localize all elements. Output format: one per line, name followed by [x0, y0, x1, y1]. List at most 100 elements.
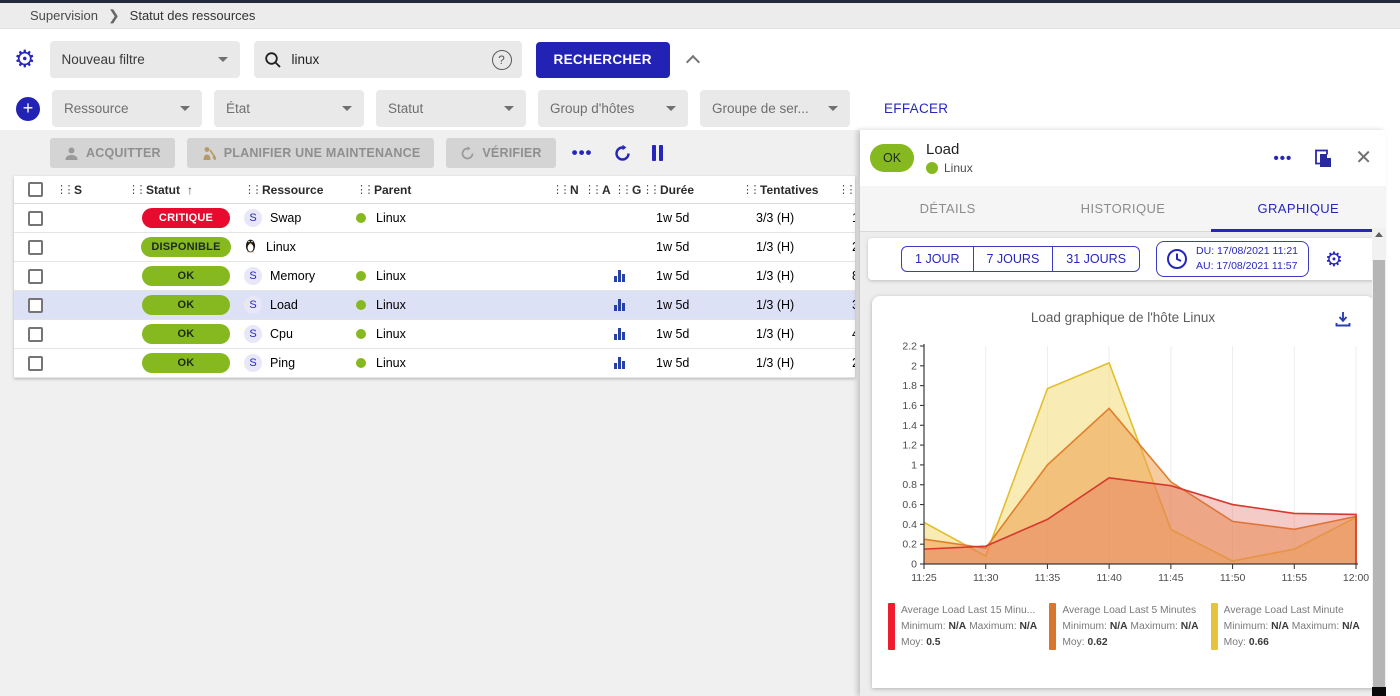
column-header[interactable]: ⋮⋮ N	[552, 183, 584, 197]
resource-cell[interactable]: SSwap	[244, 209, 356, 227]
status-badge[interactable]: OK	[142, 324, 230, 344]
period-button-1-jour[interactable]: 1 JOUR	[901, 246, 973, 272]
search-button[interactable]: RECHERCHER	[536, 42, 670, 78]
graph-cell[interactable]	[614, 357, 642, 369]
resource-cell[interactable]: SCpu	[244, 325, 356, 343]
drag-handle-icon[interactable]: ⋮⋮	[742, 183, 751, 196]
acknowledge-button[interactable]: ACQUITTER	[50, 138, 175, 168]
column-header[interactable]: ⋮⋮ Tentatives	[742, 183, 838, 197]
criteria-select[interactable]: Statut	[376, 90, 526, 127]
status-badge[interactable]: OK	[142, 266, 230, 286]
panel-status-badge[interactable]: OK	[870, 144, 914, 172]
status-badge[interactable]: CRITIQUE	[142, 208, 230, 228]
legend-item[interactable]: Average Load Last 15 Minu...Minimum: N/A…	[888, 603, 1039, 651]
graph-cell[interactable]	[614, 328, 642, 340]
sort-asc-icon[interactable]: ↑	[187, 183, 193, 197]
refresh-button[interactable]	[613, 144, 632, 163]
graph-cell[interactable]	[614, 299, 642, 311]
drag-handle-icon[interactable]: ⋮⋮	[128, 183, 137, 196]
table-row[interactable]: DISPONIBLE Linux 1w 5d 1/3 (H) 2m 55s	[14, 233, 855, 262]
column-header[interactable]: ⋮⋮ Statut ↑	[128, 183, 244, 197]
criteria-select[interactable]: Ressource	[52, 90, 202, 127]
drag-handle-icon[interactable]: ⋮⋮	[244, 183, 253, 196]
column-header[interactable]: ⋮⋮ Ressource	[244, 183, 356, 197]
drag-handle-icon[interactable]: ⋮⋮	[642, 183, 651, 196]
panel-more-button[interactable]: •••	[1273, 150, 1292, 167]
panel-scrollbar[interactable]	[1372, 228, 1386, 696]
period-button-7-jours[interactable]: 7 JOURS	[974, 246, 1054, 272]
tab-historique[interactable]: HISTORIQUE	[1035, 186, 1210, 231]
graph-bars-icon[interactable]	[614, 357, 625, 369]
drag-handle-icon[interactable]: ⋮⋮	[614, 183, 623, 196]
column-header[interactable]: ⋮⋮ Parent	[356, 183, 552, 197]
search-field[interactable]: ?	[254, 41, 522, 78]
parent-cell[interactable]: Linux	[356, 298, 552, 312]
drag-handle-icon[interactable]: ⋮⋮	[56, 183, 65, 196]
legend-item[interactable]: Average Load Last 5 MinutesMinimum: N/A …	[1049, 603, 1200, 651]
drag-handle-icon[interactable]: ⋮⋮	[838, 183, 847, 196]
table-row[interactable]: OK SLoad Linux 1w 5d 1/3 (H) 3m 58s	[14, 291, 855, 320]
row-checkbox[interactable]	[28, 356, 43, 371]
drag-handle-icon[interactable]: ⋮⋮	[584, 183, 593, 196]
column-header[interactable]: ⋮⋮ G	[614, 183, 642, 197]
more-actions-button[interactable]: •••	[572, 143, 593, 163]
column-header[interactable]: ⋮⋮ Durée	[642, 183, 742, 197]
custom-date-range-button[interactable]: DU: 17/08/2021 11:21 AU: 17/08/2021 11:5…	[1156, 241, 1309, 277]
saved-filter-select[interactable]: Nouveau filtre	[50, 41, 240, 78]
copy-link-icon[interactable]	[1314, 149, 1333, 168]
period-button-31-jours[interactable]: 31 JOURS	[1053, 246, 1140, 272]
search-help-icon[interactable]: ?	[492, 50, 512, 70]
table-row[interactable]: OK SPing Linux 1w 5d 1/3 (H) 24s	[14, 349, 855, 378]
status-badge[interactable]: DISPONIBLE	[141, 237, 230, 257]
criteria-select[interactable]: Groupe de ser...	[700, 90, 850, 127]
row-checkbox[interactable]	[28, 298, 43, 313]
legend-item[interactable]: Average Load Last MinuteMinimum: N/A Max…	[1211, 603, 1362, 651]
column-header[interactable]: ⋮⋮ A	[584, 183, 614, 197]
check-button[interactable]: VÉRIFIER	[446, 138, 555, 168]
graph-bars-icon[interactable]	[614, 299, 625, 311]
status-badge[interactable]: OK	[142, 295, 230, 315]
resource-cell[interactable]: Linux	[244, 238, 356, 256]
row-checkbox[interactable]	[28, 327, 43, 342]
load-area-chart[interactable]: 00.20.40.60.811.21.41.61.822.211:2511:30…	[880, 338, 1372, 590]
row-checkbox[interactable]	[28, 240, 43, 255]
export-graph-button[interactable]	[1334, 310, 1352, 331]
graph-bars-icon[interactable]	[614, 270, 625, 282]
resource-cell[interactable]: SMemory	[244, 267, 356, 285]
graph-bars-icon[interactable]	[614, 328, 625, 340]
table-row[interactable]: OK SMemory Linux 1w 5d 1/3 (H) 8m 15s	[14, 262, 855, 291]
scroll-up-arrow-icon[interactable]	[1375, 232, 1383, 237]
set-downtime-button[interactable]: PLANIFIER UNE MAINTENANCE	[187, 138, 435, 168]
table-row[interactable]: CRITIQUE SSwap Linux 1w 5d 3/3 (H) 13m 4…	[14, 204, 855, 233]
status-badge[interactable]: OK	[142, 353, 230, 373]
column-header[interactable]: ⋮⋮ Dernier contrôle	[838, 183, 855, 197]
parent-cell[interactable]: Linux	[356, 269, 552, 283]
scrollbar-thumb[interactable]	[1373, 260, 1385, 687]
tab-graphique[interactable]: GRAPHIQUE	[1211, 186, 1386, 231]
drag-handle-icon[interactable]: ⋮⋮	[356, 183, 365, 196]
row-checkbox[interactable]	[28, 269, 43, 284]
parent-cell[interactable]: Linux	[356, 211, 552, 225]
parent-cell[interactable]: Linux	[356, 356, 552, 370]
close-panel-icon[interactable]: ✕	[1355, 148, 1372, 168]
resource-cell[interactable]: SLoad	[244, 296, 356, 314]
graph-cell[interactable]	[614, 270, 642, 282]
row-checkbox[interactable]	[28, 211, 43, 226]
clear-filters-link[interactable]: EFFACER	[884, 101, 948, 116]
collapse-filters-chevron-icon[interactable]	[686, 54, 700, 68]
tab-détails[interactable]: DÉTAILS	[860, 186, 1035, 231]
filter-settings-gear-icon[interactable]: ⚙	[14, 48, 36, 72]
graph-settings-gear-icon[interactable]: ⚙	[1325, 247, 1343, 272]
resource-cell[interactable]: SPing	[244, 354, 356, 372]
search-input[interactable]	[292, 52, 452, 67]
table-row[interactable]: OK SCpu Linux 1w 5d 1/3 (H) 4m 41s	[14, 320, 855, 349]
column-header[interactable]: ⋮⋮ S	[56, 183, 128, 197]
criteria-select[interactable]: État	[214, 90, 364, 127]
parent-cell[interactable]: Linux	[356, 327, 552, 341]
select-all-checkbox[interactable]	[28, 182, 43, 197]
criteria-select[interactable]: Group d'hôtes	[538, 90, 688, 127]
add-criteria-button[interactable]: +	[16, 97, 40, 121]
breadcrumb-supervision[interactable]: Supervision	[30, 8, 98, 23]
drag-handle-icon[interactable]: ⋮⋮	[552, 183, 561, 196]
pause-autorefresh-button[interactable]	[652, 145, 663, 161]
